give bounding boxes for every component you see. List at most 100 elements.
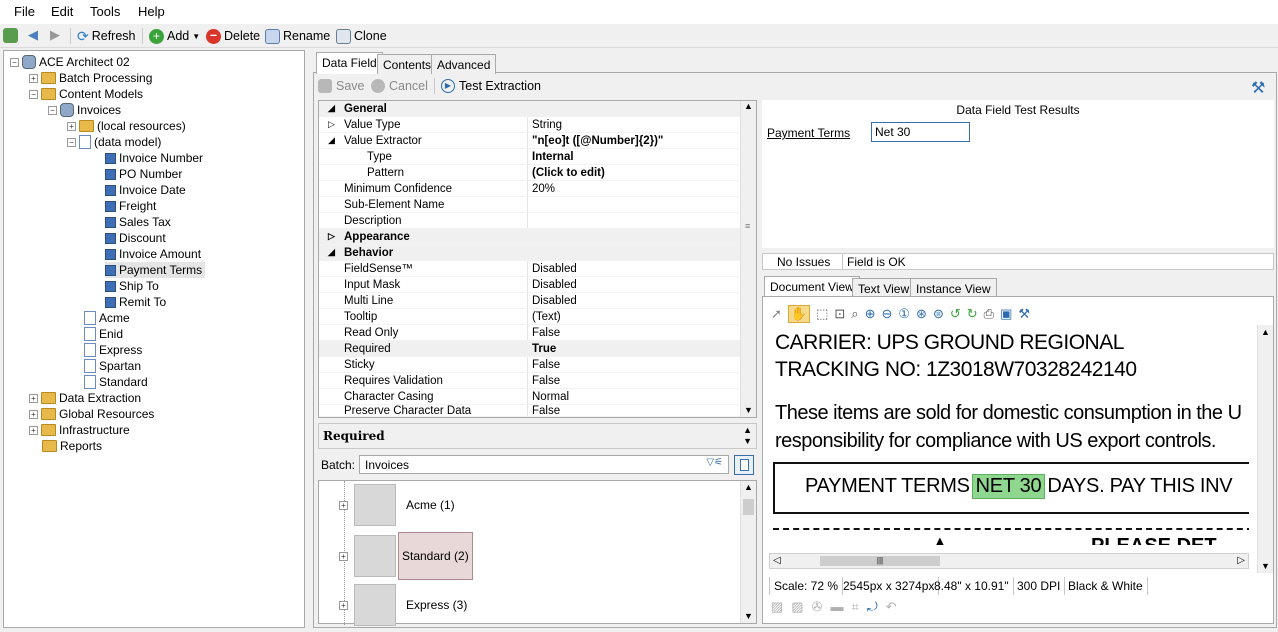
tree-field-payment-terms[interactable]: Payment Terms	[105, 262, 206, 278]
redact-icon[interactable]: ▬	[831, 599, 844, 615]
prop-value-extractor[interactable]: ◢ Value Extractor "n[eo]t ([@Number]{2})"	[319, 133, 741, 149]
expand-icon[interactable]: +	[339, 551, 348, 561]
zoom-out-icon[interactable]: ⊖	[881, 306, 892, 322]
filter-dropdown-icon[interactable]: ▽⚟	[706, 457, 723, 468]
tab-document-view[interactable]: Document View	[764, 276, 860, 298]
zoom-fit-icon[interactable]: ⊛	[916, 306, 927, 322]
category-behavior[interactable]: ◢ Behavior	[319, 245, 741, 261]
prop-sticky[interactable]: Sticky False	[319, 357, 741, 373]
batch-open-button[interactable]	[734, 455, 754, 475]
tree-item-invoices[interactable]: − Invoices	[48, 102, 121, 118]
tab-contents[interactable]: Contents	[377, 54, 438, 74]
category-general[interactable]: ◢ General	[319, 101, 741, 117]
refresh-button[interactable]: ⟳ Refresh	[77, 27, 136, 45]
prop-required[interactable]: Required True	[319, 341, 741, 357]
tree-item-local-resources[interactable]: + (local resources)	[67, 118, 186, 134]
tree-item-global-resources[interactable]: + Global Resources	[29, 406, 154, 422]
project-tree[interactable]: − ACE Architect 02 + Batch Processing − Con…	[3, 50, 305, 628]
annotate-icon[interactable]: ▨	[771, 599, 783, 615]
collapse-icon[interactable]: −	[48, 105, 57, 115]
clone-button[interactable]: Clone	[336, 27, 387, 45]
add-button[interactable]: + Add ▼	[149, 27, 200, 45]
expand-icon[interactable]: +	[29, 73, 38, 83]
prop-input-mask[interactable]: Input Mask Disabled	[319, 277, 741, 293]
scroll-down-icon[interactable]: ▼	[743, 436, 752, 446]
property-scrollbar[interactable]: ▲ ≡ ▼	[740, 101, 756, 417]
expand-icon[interactable]: +	[67, 121, 76, 131]
menu-tools[interactable]: Tools	[90, 4, 120, 19]
prop-read-only[interactable]: Read Only False	[319, 325, 741, 341]
tree-field-freight[interactable]: Freight	[105, 198, 156, 214]
save-image-icon[interactable]: ▣	[1000, 306, 1012, 322]
tree-item-batch-processing[interactable]: + Batch Processing	[29, 70, 152, 86]
result-field-label[interactable]: Payment Terms	[767, 126, 850, 140]
scroll-thumb[interactable]: |||	[820, 556, 940, 566]
batch-item-standard[interactable]: + Standard (2)	[339, 531, 473, 581]
rotate-left-icon[interactable]: ↺	[950, 306, 961, 322]
stamp-icon[interactable]: ✇	[812, 599, 823, 615]
tree-field-invoice-number[interactable]: Invoice Number	[105, 150, 203, 166]
tree-field-ship-to[interactable]: Ship To	[105, 278, 159, 294]
tree-class-enid[interactable]: Enid	[84, 326, 123, 342]
tree-item-reports[interactable]: Reports	[42, 438, 102, 454]
scroll-right-icon[interactable]: ▷	[1237, 555, 1245, 566]
zoom-actual-icon[interactable]: ①	[898, 306, 910, 322]
expand-icon[interactable]: +	[339, 600, 348, 610]
scroll-thumb[interactable]	[743, 499, 754, 515]
collapse-icon[interactable]: −	[10, 57, 19, 67]
document-image[interactable]: CARRIER: UPS GROUND REGIONAL TRACKING NO…	[769, 325, 1249, 545]
extracted-value-highlight[interactable]: NET 30	[971, 474, 1046, 499]
menu-file[interactable]: File	[14, 4, 35, 19]
prop-fieldsense[interactable]: FieldSense™ Disabled	[319, 261, 741, 277]
settings-icon[interactable]: ⚒	[1018, 306, 1030, 322]
tree-item-infrastructure[interactable]: + Infrastructure	[29, 422, 130, 438]
scroll-down-icon[interactable]: ▼	[744, 611, 753, 621]
prop-pattern[interactable]: Pattern (Click to edit)	[319, 165, 741, 181]
prop-preserve-character-data[interactable]: Preserve Character Data False	[319, 405, 741, 417]
tree-class-acme[interactable]: Acme	[84, 310, 130, 326]
tree-field-invoice-amount[interactable]: Invoice Amount	[105, 246, 201, 262]
menu-help[interactable]: Help	[138, 4, 165, 19]
home-icon[interactable]	[3, 28, 18, 43]
batch-item-acme[interactable]: + Acme (1)	[339, 484, 455, 526]
batch-item-express[interactable]: + Express (3)	[339, 584, 467, 626]
tree-class-express[interactable]: Express	[84, 342, 142, 358]
prop-minimum-confidence[interactable]: Minimum Confidence 20%	[319, 181, 741, 197]
scroll-up-icon[interactable]: ▲	[744, 482, 753, 492]
prop-requires-validation[interactable]: Requires Validation False	[319, 373, 741, 389]
chevron-right-icon[interactable]: ▷	[328, 119, 335, 130]
scroll-down-icon[interactable]: ▼	[744, 405, 753, 415]
prop-type[interactable]: Type Internal	[319, 149, 741, 165]
scroll-up-icon[interactable]: ▲	[744, 101, 753, 111]
chevron-down-icon[interactable]: ◢	[328, 135, 335, 146]
save-button[interactable]: Save	[318, 76, 365, 96]
expand-icon[interactable]: +	[29, 409, 38, 419]
delete-button[interactable]: – Delete	[206, 27, 260, 45]
test-extraction-button[interactable]: ▶ Test Extraction	[441, 76, 541, 96]
prop-character-casing[interactable]: Character Casing Normal	[319, 389, 741, 405]
property-grid[interactable]: ◢ General ▷ Value Type String ◢ Value Extrac…	[318, 100, 757, 418]
document-viewer[interactable]: ➚ ✋ ⬚ ⊡ ⌕ ⊕ ⊖ ① ⊛ ⊜ ↺ ↻ ⎙ ▣ ⚒ CARRIER: U…	[762, 296, 1274, 624]
back-icon[interactable]: ◀	[28, 27, 38, 43]
scroll-down-icon[interactable]: ▼	[1261, 561, 1270, 571]
category-appearance[interactable]: ▷ Appearance	[319, 229, 741, 245]
forward-icon[interactable]: ▶	[50, 27, 60, 43]
scroll-up-icon[interactable]: ▲	[743, 425, 752, 435]
deskew-icon[interactable]: ⤾	[867, 599, 878, 615]
scroll-left-icon[interactable]: ◁	[773, 555, 781, 566]
batch-scrollbar[interactable]: ▲ ▼	[740, 481, 756, 623]
expand-icon[interactable]: +	[29, 393, 38, 403]
scroll-up-icon[interactable]: ▲	[1261, 327, 1270, 337]
tree-class-standard[interactable]: Standard	[84, 374, 148, 390]
tab-advanced[interactable]: Advanced	[431, 54, 497, 74]
magnifier-icon[interactable]: ⌕	[851, 306, 858, 322]
pan-hand-icon[interactable]: ✋	[787, 305, 811, 323]
document-hscrollbar[interactable]: ◁ ||| ▷	[769, 553, 1249, 569]
zoom-region-icon[interactable]: ⊡	[834, 306, 845, 322]
collapse-icon[interactable]: −	[29, 89, 38, 99]
tab-data-field[interactable]: Data Field	[316, 52, 383, 74]
tab-text-view[interactable]: Text View	[852, 278, 916, 298]
rename-button[interactable]: Rename	[265, 27, 330, 45]
batch-list[interactable]: + Acme (1) + Standard (2) + Express (3) …	[318, 480, 757, 626]
annotate-pen-icon[interactable]: ▨	[791, 599, 803, 615]
